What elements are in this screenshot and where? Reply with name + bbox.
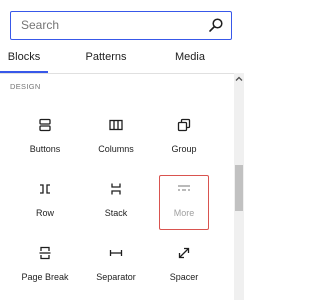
page-break-icon bbox=[39, 246, 51, 260]
row-icon bbox=[40, 184, 50, 194]
block-row[interactable]: Row bbox=[10, 182, 80, 238]
tab-patterns[interactable]: Patterns bbox=[72, 43, 140, 72]
search-input[interactable] bbox=[21, 12, 201, 38]
block-label: Stack bbox=[104, 208, 128, 218]
columns-icon bbox=[109, 119, 123, 131]
scroll-thumb[interactable] bbox=[235, 165, 243, 211]
block-label: Spacer bbox=[169, 272, 199, 282]
scrollbar[interactable] bbox=[234, 73, 244, 300]
block-columns[interactable]: Columns bbox=[81, 118, 151, 174]
block-label: Page Break bbox=[21, 272, 69, 282]
spacer-icon bbox=[178, 247, 190, 259]
block-label: Separator bbox=[96, 272, 136, 282]
block-buttons[interactable]: Buttons bbox=[10, 118, 80, 174]
block-stack[interactable]: Stack bbox=[81, 182, 151, 238]
block-separator[interactable]: Separator bbox=[81, 246, 151, 302]
section-title: DESIGN bbox=[10, 82, 41, 91]
group-icon bbox=[177, 118, 191, 132]
highlight-box bbox=[159, 175, 209, 230]
stack-icon bbox=[111, 183, 121, 195]
block-spacer[interactable]: Spacer bbox=[149, 246, 219, 302]
search-box[interactable] bbox=[10, 11, 232, 40]
buttons-icon bbox=[39, 118, 51, 132]
block-label: Buttons bbox=[29, 144, 61, 154]
block-label: Columns bbox=[98, 144, 134, 154]
scroll-up-arrow-icon[interactable] bbox=[235, 75, 243, 83]
inserter-tabs: Blocks Patterns Media bbox=[0, 43, 234, 74]
search-icon[interactable] bbox=[208, 17, 224, 33]
tab-blocks[interactable]: Blocks bbox=[0, 43, 48, 73]
block-page-break[interactable]: Page Break bbox=[10, 246, 80, 302]
block-label: Row bbox=[35, 208, 54, 218]
separator-icon bbox=[109, 250, 123, 256]
tab-media[interactable]: Media bbox=[162, 43, 218, 72]
block-group[interactable]: Group bbox=[149, 118, 219, 174]
block-label: Group bbox=[171, 144, 197, 154]
